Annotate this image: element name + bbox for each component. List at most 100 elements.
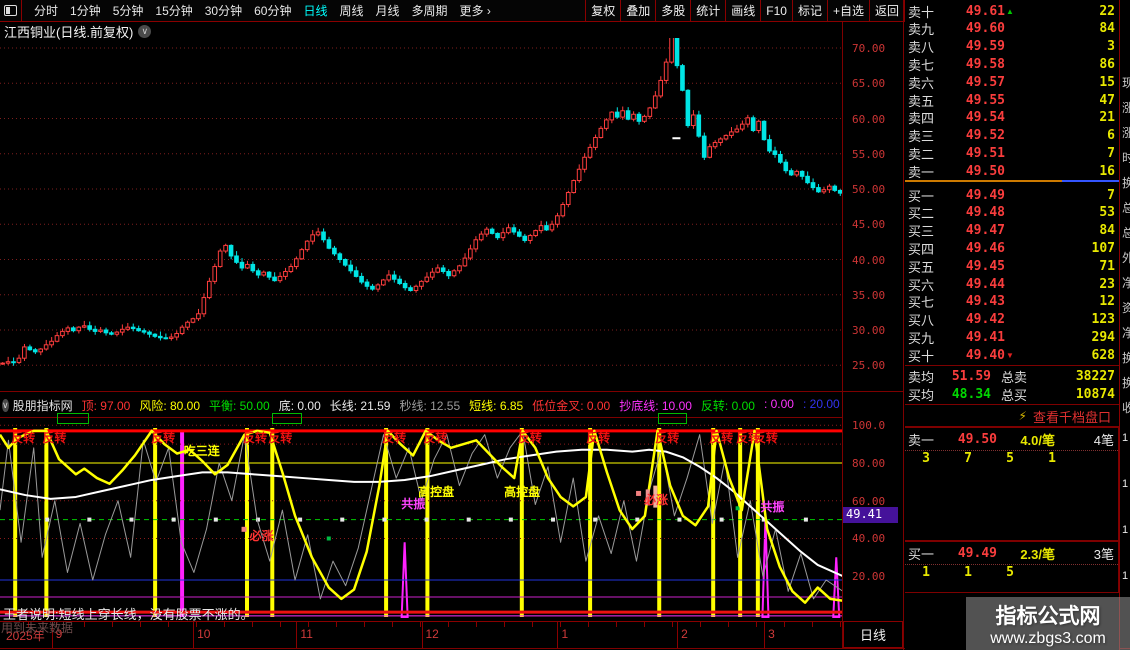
signal-box [57,413,88,424]
menu-item-5分钟[interactable]: 5分钟 [107,0,150,21]
reversal-signal-label: 反转 [42,429,66,446]
indicator-annotation: 必涨 [250,527,274,544]
clipped-value: 1 [1122,570,1130,582]
menu-item-周线[interactable]: 周线 [333,0,369,21]
clipped-value: 1 [1122,524,1130,536]
order-book-row[interactable]: 买十49.40▼628 [905,346,1119,364]
menu-item-30分钟[interactable]: 30分钟 [199,0,248,21]
thousand-depth-link[interactable]: ⚡查看千档盘口 [905,406,1119,427]
month-label: 10 [197,627,210,641]
reversal-signal-label: 反转 [382,429,406,446]
order-book-row[interactable]: 买三49.4784 [905,222,1119,240]
reversal-signal-label: 反转 [655,429,679,446]
order-book-row[interactable]: 买五49.4571 [905,257,1119,275]
indicator-tick: 40.00 [852,532,885,545]
menu-item-标记[interactable]: 标记 [793,0,828,22]
order-book-row[interactable]: 买六49.4423 [905,275,1119,293]
level-volume: 7 [1015,188,1119,203]
layout-icon[interactable] [0,0,22,21]
indicator-param: 长线: 21.59 [330,397,391,414]
clipped-label: 换 [1122,374,1130,391]
minor-tick [308,622,309,627]
order-book-row[interactable]: 卖三49.526 [905,127,1119,145]
menu-item-F10[interactable]: F10 [761,0,793,22]
order-book-row[interactable]: 卖九49.6084 [905,20,1119,38]
order-book-row[interactable]: 卖六49.5715 [905,73,1119,91]
reversal-signal-label: 反转 [709,429,733,446]
chevron-down-icon[interactable]: ∨ [2,399,9,412]
menu-item-统计[interactable]: 统计 [691,0,726,22]
menu-item-月线[interactable]: 月线 [370,0,406,21]
level-volume: 12 [1015,294,1119,309]
clipped-value: 1 [1122,478,1130,490]
level-volume: 84 [1015,223,1119,238]
order-book-row[interactable]: 买四49.46107 [905,239,1119,257]
level-volume: 22 [1015,4,1119,19]
order-book-row[interactable]: 买七49.4312 [905,293,1119,311]
clipped-label: 总 [1122,224,1130,241]
menu-item-画线[interactable]: 画线 [726,0,761,22]
level-label: 卖七 [905,55,939,74]
menu-item-分时[interactable]: 分时 [28,0,64,21]
menu-item-日线[interactable]: 日线 [297,0,333,21]
up-arrow-icon: ▲ [1005,7,1015,16]
time-axis: 2025年9101112123 [0,621,843,648]
level-label: 买九 [905,328,939,347]
clipped-label: 换 [1122,174,1130,191]
level-label: 买十 [905,346,939,365]
minor-tick [364,622,365,627]
level-price: 49.46 [939,241,1005,256]
period-label[interactable]: 日线 [843,621,903,648]
order-book-row[interactable]: 买九49.41294 [905,328,1119,346]
order-book-row[interactable]: 卖四49.5421 [905,109,1119,127]
price-tick: 60.00 [852,113,885,126]
menu-item-叠加[interactable]: 叠加 [621,0,656,22]
minor-tick [504,622,505,627]
candlestick-chart[interactable] [0,38,843,391]
level-label: 卖六 [905,73,939,92]
order-book-row[interactable]: 卖八49.593 [905,38,1119,56]
menu-item-1分钟[interactable]: 1分钟 [64,0,107,21]
menu-item-15分钟[interactable]: 15分钟 [149,0,198,21]
level-price: 49.51 [939,146,1005,161]
level-price: 49.43 [939,294,1005,309]
order-book-panel: 卖十49.61▲22卖九49.6084卖八49.593卖七49.5886卖六49… [905,0,1119,650]
order-book-row[interactable]: 卖十49.61▲22 [905,2,1119,20]
menu-item-更多 ›[interactable]: 更多 › [454,0,497,21]
level-volume: 3 [1015,39,1119,54]
level-label: 买二 [905,203,939,222]
avg-label: 买均 [905,385,939,404]
month-tick [677,622,678,648]
order-book-row[interactable]: 买一49.497 [905,186,1119,204]
menu-item-60分钟[interactable]: 60分钟 [248,0,297,21]
chevron-down-icon[interactable]: ∨ [138,25,151,38]
menu-item-多周期[interactable]: 多周期 [406,0,454,21]
signal-box [272,413,302,424]
order-book-row[interactable]: 买二49.4853 [905,204,1119,222]
order-book-row[interactable]: 买八49.42123 [905,311,1119,329]
level-label: 买六 [905,275,939,294]
minor-tick [476,622,477,627]
level-price: 49.57 [939,75,1005,90]
indicator-param: 低位金叉: 0.00 [532,397,610,414]
menu-item-多股[interactable]: 多股 [656,0,691,22]
level-price: 49.41 [939,330,1005,345]
reversal-signal-label: 反转 [518,429,542,446]
indicator-panel[interactable] [0,418,843,621]
menu-item-复权[interactable]: 复权 [586,0,621,22]
avg-price: 51.59 [939,369,991,384]
minor-tick [392,622,393,627]
level-volume: 86 [1015,57,1119,72]
top-menu-bar: 分时1分钟5分钟15分钟30分钟60分钟日线周线月线多周期更多 › 复权叠加多股… [0,0,905,22]
month-label: 12 [426,627,439,641]
reversal-signal-label: 反转 [151,429,175,446]
level-price: 49.61 [939,4,1005,19]
indicator-tick: 20.00 [852,570,885,583]
order-book-row[interactable]: 卖二49.517 [905,144,1119,162]
minor-tick [756,622,757,627]
level-label: 买一 [905,186,939,205]
order-book-row[interactable]: 卖五49.5547 [905,91,1119,109]
order-book-row[interactable]: 卖一49.5016 [905,162,1119,180]
order-book-row[interactable]: 卖七49.5886 [905,55,1119,73]
watermark-url: www.zbgs3.com [990,630,1106,648]
